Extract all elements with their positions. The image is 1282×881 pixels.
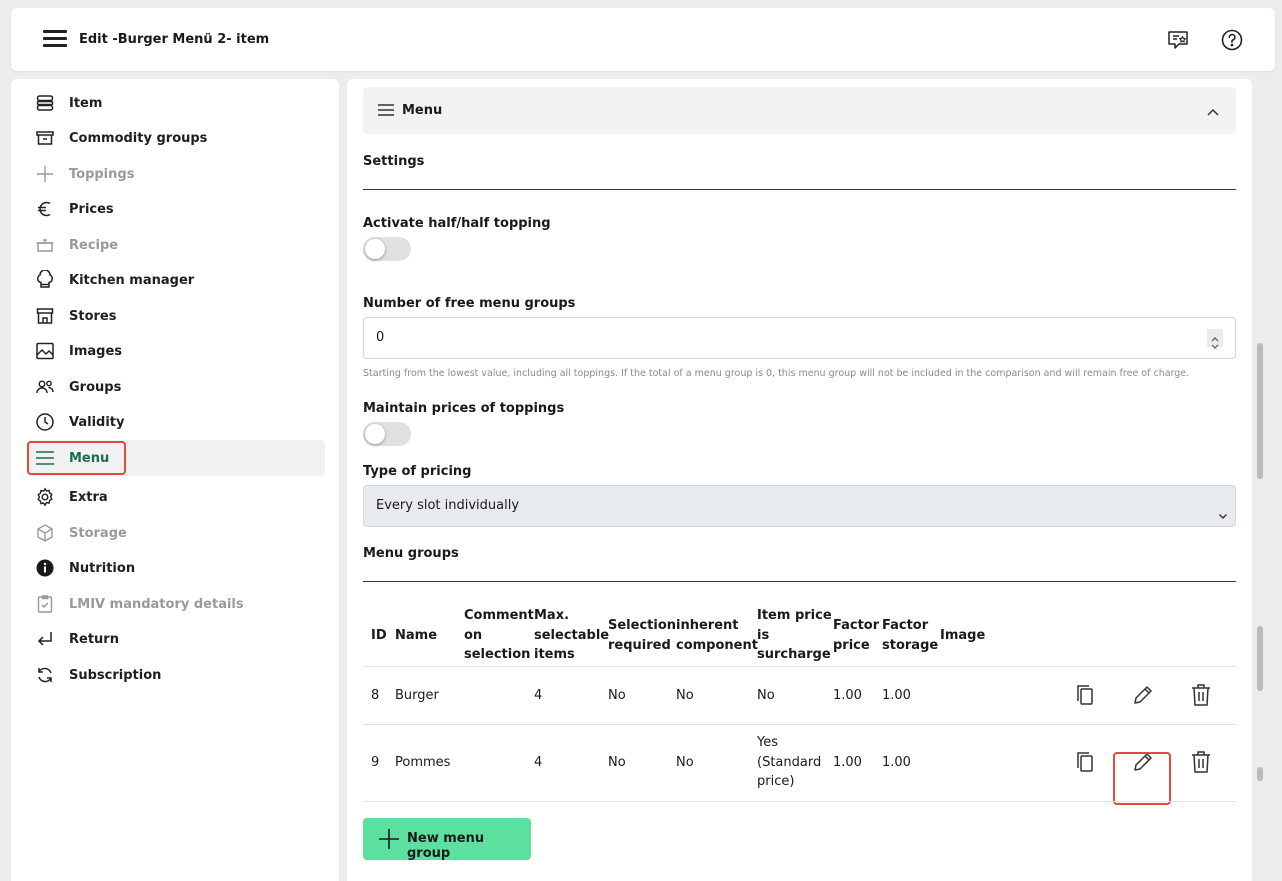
content-panel: Menu Settings Activate half/half topping… bbox=[347, 79, 1252, 881]
clipboard-check-icon bbox=[35, 594, 55, 614]
new-menu-group-button[interactable]: New menu group bbox=[363, 818, 531, 861]
free-groups-hint: Starting from the lowest value, includin… bbox=[363, 368, 1190, 379]
col-header-id: ID bbox=[371, 628, 387, 643]
sidebar-item-toppings[interactable]: Toppings bbox=[27, 156, 325, 192]
sidebar-item-storage[interactable]: Storage bbox=[27, 515, 325, 551]
sidebar-item-groups[interactable]: Groups bbox=[27, 369, 325, 405]
cell-required: No bbox=[608, 688, 626, 703]
return-arrow-icon bbox=[35, 629, 55, 649]
cell-required: No bbox=[608, 755, 626, 770]
free-groups-input[interactable]: 0 bbox=[363, 317, 1236, 359]
cell-id: 9 bbox=[371, 755, 380, 770]
free-groups-value: 0 bbox=[376, 330, 385, 345]
col-header-comment: Comment on selection bbox=[464, 608, 534, 662]
sidebar-item-subscription[interactable]: Subscription bbox=[27, 657, 325, 693]
settings-title: Settings bbox=[363, 154, 425, 169]
sidebar-item-extra[interactable]: Extra bbox=[27, 479, 325, 515]
sidebar-item-prices[interactable]: Prices bbox=[27, 191, 325, 227]
pricing-type-select[interactable]: Every slot individually bbox=[363, 485, 1236, 527]
sidebar: Item Commodity groups Toppings Prices Re… bbox=[11, 79, 339, 881]
menu-groups-title: Menu groups bbox=[363, 546, 459, 561]
gear-icon bbox=[35, 487, 55, 507]
sidebar-item-kitchen-manager[interactable]: Kitchen manager bbox=[27, 262, 325, 298]
users-icon bbox=[35, 377, 55, 397]
chevron-down-icon bbox=[1217, 499, 1229, 519]
cell-id: 8 bbox=[371, 688, 380, 703]
copy-icon[interactable] bbox=[1073, 682, 1099, 708]
cell-inherent: No bbox=[676, 755, 694, 770]
divider bbox=[363, 189, 1236, 190]
half-topping-label: Activate half/half topping bbox=[363, 216, 551, 231]
sidebar-item-nutrition[interactable]: Nutrition bbox=[27, 550, 325, 586]
pot-icon bbox=[35, 235, 55, 255]
cell-inherent: No bbox=[676, 688, 694, 703]
euro-icon bbox=[35, 199, 55, 219]
half-topping-toggle[interactable] bbox=[363, 237, 411, 261]
sidebar-item-return[interactable]: Return bbox=[27, 621, 325, 657]
chevron-up-icon[interactable] bbox=[1206, 104, 1220, 118]
col-header-selection-required: Selection required bbox=[608, 618, 677, 653]
col-header-factor-price: Factor price bbox=[833, 618, 880, 653]
trash-icon[interactable] bbox=[1188, 682, 1214, 708]
commodity-groups-icon bbox=[35, 128, 55, 148]
pricing-type-label: Type of pricing bbox=[363, 464, 472, 479]
trash-icon[interactable] bbox=[1188, 749, 1214, 775]
chef-hat-icon bbox=[35, 269, 55, 290]
info-icon bbox=[35, 558, 55, 578]
cell-surcharge: No bbox=[757, 688, 775, 703]
col-header-inherent: inherent component bbox=[676, 618, 758, 653]
divider bbox=[363, 801, 1236, 802]
cell-max: 4 bbox=[534, 688, 543, 703]
sidebar-item-menu[interactable]: Menu bbox=[27, 440, 325, 476]
maintain-prices-toggle[interactable] bbox=[363, 422, 411, 446]
sidebar-item-lmiv[interactable]: LMIV mandatory details bbox=[27, 586, 325, 622]
item-icon bbox=[35, 93, 55, 113]
cell-factor-price: 1.00 bbox=[833, 755, 862, 770]
col-header-name: Name bbox=[395, 628, 438, 643]
cell-factor-storage: 1.00 bbox=[882, 755, 911, 770]
col-header-image: Image bbox=[940, 628, 986, 643]
hamburger-menu-icon[interactable] bbox=[43, 30, 67, 48]
scrollbar[interactable] bbox=[1255, 343, 1264, 881]
cell-surcharge: Yes (Standard price) bbox=[757, 735, 822, 789]
box-icon bbox=[35, 523, 55, 543]
divider bbox=[363, 581, 1236, 582]
cell-factor-storage: 1.00 bbox=[882, 688, 911, 703]
edit-pencil-icon[interactable] bbox=[1130, 682, 1156, 708]
menu-lines-icon bbox=[35, 448, 55, 468]
cell-name: Burger bbox=[395, 688, 439, 703]
sidebar-item-images[interactable]: Images bbox=[27, 333, 325, 369]
top-header: Edit -Burger Menü 2- item bbox=[11, 8, 1275, 71]
sidebar-item-commodity-groups[interactable]: Commodity groups bbox=[27, 120, 325, 156]
cell-factor-price: 1.00 bbox=[833, 688, 862, 703]
number-spinner[interactable] bbox=[1207, 329, 1223, 349]
plus-icon bbox=[377, 827, 401, 851]
plus-icon bbox=[35, 164, 55, 184]
page-title: Edit -Burger Menü 2- item bbox=[79, 32, 270, 47]
col-header-max-items: Max. selectable items bbox=[534, 608, 610, 662]
clock-icon bbox=[35, 412, 55, 432]
image-icon bbox=[35, 341, 55, 361]
cell-name: Pommes bbox=[395, 755, 451, 770]
edit-pencil-icon[interactable] bbox=[1130, 749, 1156, 775]
cell-max: 4 bbox=[534, 755, 543, 770]
store-icon bbox=[35, 306, 55, 326]
sidebar-item-recipe[interactable]: Recipe bbox=[27, 227, 325, 263]
copy-icon[interactable] bbox=[1073, 749, 1099, 775]
help-icon[interactable] bbox=[1220, 28, 1244, 52]
sidebar-item-validity[interactable]: Validity bbox=[27, 404, 325, 440]
sidebar-item-stores[interactable]: Stores bbox=[27, 298, 325, 334]
divider bbox=[363, 666, 1236, 667]
menu-lines-icon bbox=[377, 102, 395, 118]
refresh-icon bbox=[35, 665, 55, 685]
free-groups-label: Number of free menu groups bbox=[363, 296, 576, 311]
divider bbox=[363, 724, 1236, 725]
maintain-prices-label: Maintain prices of toppings bbox=[363, 401, 565, 416]
feedback-icon[interactable] bbox=[1166, 28, 1190, 52]
col-header-factor-storage: Factor storage bbox=[882, 618, 939, 653]
menu-accordion-header[interactable]: Menu bbox=[363, 87, 1236, 134]
sidebar-item-item[interactable]: Item bbox=[27, 85, 325, 121]
col-header-surcharge: Item price is surcharge bbox=[757, 608, 832, 662]
pricing-type-value: Every slot individually bbox=[376, 498, 520, 513]
